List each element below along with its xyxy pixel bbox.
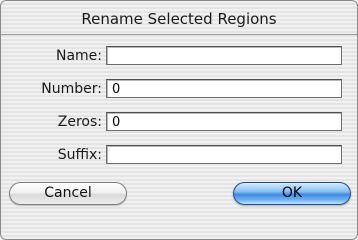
suffix-label: Suffix: xyxy=(57,147,102,163)
name-label: Name: xyxy=(55,48,102,64)
name-field[interactable] xyxy=(106,46,342,65)
suffix-row: Suffix: xyxy=(1,145,357,167)
cancel-button[interactable]: Cancel xyxy=(9,182,127,205)
number-row: Number: xyxy=(1,79,357,101)
number-field[interactable] xyxy=(106,79,342,98)
zeros-label: Zeros: xyxy=(57,114,102,130)
title-divider xyxy=(1,34,357,35)
ok-button[interactable]: OK xyxy=(233,182,351,205)
rename-regions-dialog: Rename Selected Regions Name: Number: Ze… xyxy=(0,0,358,240)
zeros-row: Zeros: xyxy=(1,112,357,134)
name-row: Name: xyxy=(1,46,357,68)
dialog-title: Rename Selected Regions xyxy=(81,10,277,28)
number-label: Number: xyxy=(41,81,102,97)
zeros-field[interactable] xyxy=(106,112,342,131)
suffix-field[interactable] xyxy=(106,145,342,164)
